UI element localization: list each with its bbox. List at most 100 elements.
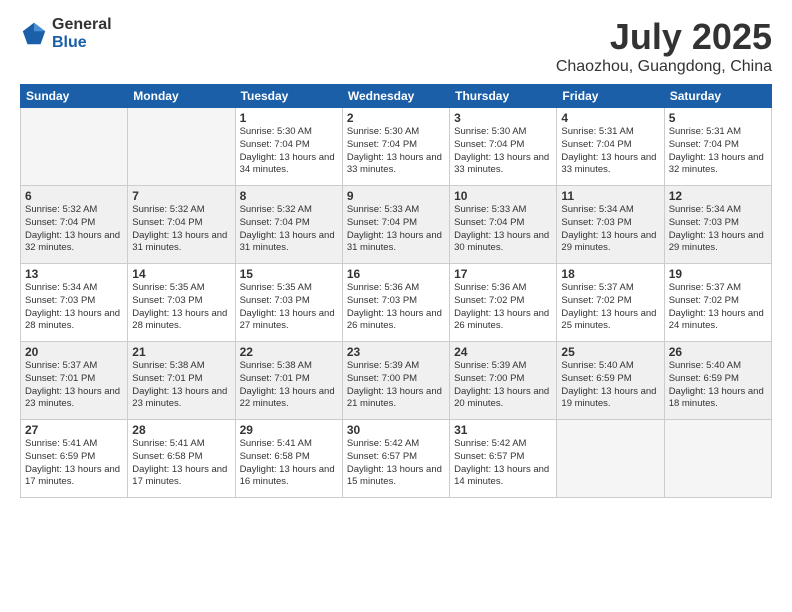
sunset: Sunset: 7:04 PM <box>454 139 524 150</box>
daylight: Daylight: 13 hours and 19 minutes. <box>561 386 656 410</box>
logo-icon <box>20 20 48 48</box>
sunrise: Sunrise: 5:33 AM <box>347 204 419 215</box>
sunrise: Sunrise: 5:34 AM <box>25 282 97 293</box>
calendar-cell: 6Sunrise: 5:32 AMSunset: 7:04 PMDaylight… <box>21 186 128 264</box>
sunrise: Sunrise: 5:32 AM <box>240 204 312 215</box>
day-of-week-header: Sunday <box>21 85 128 108</box>
sunset: Sunset: 7:04 PM <box>240 139 310 150</box>
daylight: Daylight: 13 hours and 33 minutes. <box>561 152 656 176</box>
day-number: 9 <box>347 189 445 203</box>
sunset: Sunset: 6:59 PM <box>669 373 739 384</box>
sunrise: Sunrise: 5:30 AM <box>454 126 526 137</box>
day-number: 12 <box>669 189 767 203</box>
logo-general: General <box>52 16 112 34</box>
day-info: Sunrise: 5:42 AM Sunset: 6:57 PM Daylight:… <box>454 438 552 489</box>
sunrise: Sunrise: 5:31 AM <box>561 126 633 137</box>
day-info: Sunrise: 5:41 AMSunset: 6:58 PMDaylight:… <box>132 438 230 489</box>
sunset: Sunset: 6:57 PM <box>454 451 524 462</box>
sunrise: Sunrise: 5:41 AM <box>25 438 97 449</box>
day-number: 2 <box>347 111 445 125</box>
calendar: SundayMondayTuesdayWednesdayThursdayFrid… <box>20 84 772 498</box>
day-number: 22 <box>240 345 338 359</box>
sunrise: Sunrise: 5:31 AM <box>669 126 741 137</box>
day-number: 11 <box>561 189 659 203</box>
location-title: Chaozhou, Guangdong, China <box>556 58 772 76</box>
day-info: Sunrise: 5:32 AMSunset: 7:04 PMDaylight:… <box>25 204 123 255</box>
calendar-week-row: 6Sunrise: 5:32 AMSunset: 7:04 PMDaylight… <box>21 186 772 264</box>
day-number: 19 <box>669 267 767 281</box>
calendar-week-row: 27Sunrise: 5:41 AMSunset: 6:59 PMDayligh… <box>21 420 772 498</box>
day-number: 26 <box>669 345 767 359</box>
calendar-cell: 30Sunrise: 5:42 AMSunset: 6:57 PMDayligh… <box>342 420 449 498</box>
calendar-cell: 9Sunrise: 5:33 AMSunset: 7:04 PMDaylight… <box>342 186 449 264</box>
page: General Blue July 2025 Chaozhou, Guangdo… <box>0 0 792 612</box>
day-number: 24 <box>454 345 552 359</box>
calendar-cell: 24Sunrise: 5:39 AMSunset: 7:00 PMDayligh… <box>450 342 557 420</box>
daylight: Daylight: 13 hours and 14 minutes. <box>454 464 549 488</box>
day-number: 8 <box>240 189 338 203</box>
sunset: Sunset: 7:01 PM <box>132 373 202 384</box>
daylight: Daylight: 13 hours and 15 minutes. <box>347 464 442 488</box>
calendar-cell: 17Sunrise: 5:36 AMSunset: 7:02 PMDayligh… <box>450 264 557 342</box>
sunset: Sunset: 7:03 PM <box>669 217 739 228</box>
calendar-cell: 15Sunrise: 5:35 AMSunset: 7:03 PMDayligh… <box>235 264 342 342</box>
day-info: Sunrise: 5:41 AMSunset: 6:58 PMDaylight:… <box>240 438 338 489</box>
sunset: Sunset: 7:01 PM <box>25 373 95 384</box>
calendar-header: SundayMondayTuesdayWednesdayThursdayFrid… <box>21 85 772 108</box>
day-info: Sunrise: 5:34 AMSunset: 7:03 PMDaylight:… <box>561 204 659 255</box>
day-number: 29 <box>240 423 338 437</box>
sunrise: Sunrise: 5:38 AM <box>132 360 204 371</box>
calendar-cell: 3Sunrise: 5:30 AMSunset: 7:04 PMDaylight… <box>450 108 557 186</box>
daylight: Daylight: 13 hours and 28 minutes. <box>132 308 227 332</box>
calendar-body: 1Sunrise: 5:30 AMSunset: 7:04 PMDaylight… <box>21 108 772 498</box>
calendar-cell: 12Sunrise: 5:34 AMSunset: 7:03 PMDayligh… <box>664 186 771 264</box>
day-number: 3 <box>454 111 552 125</box>
sunset: Sunset: 7:04 PM <box>132 217 202 228</box>
calendar-cell: 28Sunrise: 5:41 AMSunset: 6:58 PMDayligh… <box>128 420 235 498</box>
calendar-cell: 5Sunrise: 5:31 AMSunset: 7:04 PMDaylight… <box>664 108 771 186</box>
daylight: Daylight: 13 hours and 18 minutes. <box>669 386 764 410</box>
daylight: Daylight: 13 hours and 24 minutes. <box>669 308 764 332</box>
sunrise: Sunrise: 5:33 AM <box>454 204 526 215</box>
day-number: 7 <box>132 189 230 203</box>
sunset: Sunset: 7:00 PM <box>454 373 524 384</box>
calendar-week-row: 1Sunrise: 5:30 AMSunset: 7:04 PMDaylight… <box>21 108 772 186</box>
day-info: Sunrise: 5:36 AMSunset: 7:02 PMDaylight:… <box>454 282 552 333</box>
sunrise: Sunrise: 5:38 AM <box>240 360 312 371</box>
sunrise: Sunrise: 5:37 AM <box>25 360 97 371</box>
sunrise: Sunrise: 5:30 AM <box>240 126 312 137</box>
calendar-cell: 22Sunrise: 5:38 AMSunset: 7:01 PMDayligh… <box>235 342 342 420</box>
sunrise: Sunrise: 5:32 AM <box>132 204 204 215</box>
day-info: Sunrise: 5:30 AMSunset: 7:04 PMDaylight:… <box>347 126 445 177</box>
sunrise: Sunrise: 5:39 AM <box>454 360 526 371</box>
sunrise: Sunrise: 5:36 AM <box>454 282 526 293</box>
day-number: 15 <box>240 267 338 281</box>
day-info: Sunrise: 5:36 AMSunset: 7:03 PMDaylight:… <box>347 282 445 333</box>
calendar-cell: 13Sunrise: 5:34 AMSunset: 7:03 PMDayligh… <box>21 264 128 342</box>
day-number: 4 <box>561 111 659 125</box>
sunset: Sunset: 6:59 PM <box>25 451 95 462</box>
daylight: Daylight: 13 hours and 23 minutes. <box>25 386 120 410</box>
daylight: Daylight: 13 hours and 32 minutes. <box>669 152 764 176</box>
day-of-week-header: Thursday <box>450 85 557 108</box>
daylight: Daylight: 13 hours and 17 minutes. <box>25 464 120 488</box>
day-info: Sunrise: 5:31 AM Sunset: 7:04 PM Daylight:… <box>669 126 767 177</box>
day-of-week-header: Monday <box>128 85 235 108</box>
calendar-cell: 18Sunrise: 5:37 AMSunset: 7:02 PMDayligh… <box>557 264 664 342</box>
calendar-cell: 20Sunrise: 5:37 AMSunset: 7:01 PMDayligh… <box>21 342 128 420</box>
sunrise: Sunrise: 5:42 AM <box>454 438 526 449</box>
day-info: Sunrise: 5:38 AM Sunset: 7:01 PM Daylight:… <box>132 360 230 411</box>
sunset: Sunset: 7:03 PM <box>132 295 202 306</box>
title-block: July 2025 Chaozhou, Guangdong, China <box>556 16 772 76</box>
daylight: Daylight: 13 hours and 23 minutes. <box>132 386 227 410</box>
calendar-cell <box>21 108 128 186</box>
day-info: Sunrise: 5:39 AMSunset: 7:00 PMDaylight:… <box>347 360 445 411</box>
day-of-week-header: Tuesday <box>235 85 342 108</box>
sunrise: Sunrise: 5:32 AM <box>25 204 97 215</box>
sunset: Sunset: 6:59 PM <box>561 373 631 384</box>
sunrise: Sunrise: 5:39 AM <box>347 360 419 371</box>
calendar-cell: 25Sunrise: 5:40 AMSunset: 6:59 PMDayligh… <box>557 342 664 420</box>
calendar-cell: 11Sunrise: 5:34 AMSunset: 7:03 PMDayligh… <box>557 186 664 264</box>
day-number: 1 <box>240 111 338 125</box>
sunset: Sunset: 7:04 PM <box>669 139 739 150</box>
